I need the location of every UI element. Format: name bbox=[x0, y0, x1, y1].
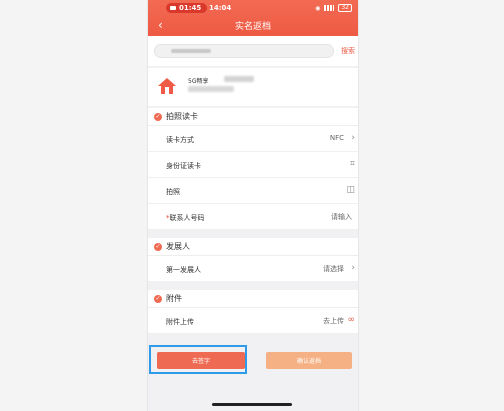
section-title: 拍照读卡 bbox=[166, 112, 198, 121]
nav-bar: ‹ 实名返档 bbox=[148, 16, 358, 36]
battery-icon: 32 bbox=[338, 4, 352, 12]
wifi-icon: ◉ bbox=[315, 4, 321, 12]
chevron-right-icon: › bbox=[351, 263, 355, 273]
row-label-text: 联系人号码 bbox=[169, 214, 205, 222]
search-button[interactable]: 搜索 bbox=[341, 46, 355, 56]
package-name: 5G畅享 bbox=[188, 78, 209, 85]
confirm-return-button[interactable]: 确认返档 bbox=[266, 352, 352, 369]
search-input[interactable] bbox=[154, 44, 334, 58]
phone-number-redacted bbox=[188, 86, 234, 92]
row-label: *联系人号码 bbox=[166, 213, 205, 223]
section-header: ✓ 发展人 bbox=[148, 238, 358, 256]
status-clock: 14:04 bbox=[209, 4, 232, 12]
section-card-reading: ✓ 拍照读卡 读卡方式 NFC › 身份证读卡 ⌗ 拍照 ◫ *联系人号码 请输… bbox=[148, 108, 358, 230]
row-label: 附件上传 bbox=[166, 318, 194, 326]
section-title: 附件 bbox=[166, 294, 182, 303]
home-indicator[interactable] bbox=[212, 403, 292, 406]
row-label: 身份证读卡 bbox=[166, 162, 201, 170]
screen-recording-badge: 01:45 bbox=[166, 3, 208, 13]
home-icon bbox=[158, 78, 176, 94]
contact-number-input[interactable]: 请输入 bbox=[331, 212, 352, 222]
status-icons: ◉ 32 bbox=[315, 4, 352, 12]
check-circle-icon: ✓ bbox=[154, 242, 162, 251]
row-id-card-read[interactable]: 身份证读卡 ⌗ bbox=[148, 152, 358, 178]
status-bar: 01:45 14:04 ◉ 32 bbox=[148, 0, 358, 14]
search-value-redacted bbox=[171, 49, 211, 53]
chevron-right-icon: › bbox=[351, 133, 355, 143]
row-attachment-upload[interactable]: 附件上传 去上传 ∞ bbox=[148, 308, 358, 334]
section-attachment: ✓ 附件 附件上传 去上传 ∞ bbox=[148, 290, 358, 334]
search-bar: 搜索 bbox=[148, 36, 358, 66]
package-name-redacted bbox=[224, 76, 254, 82]
page-title: 实名返档 bbox=[234, 22, 271, 32]
row-value: NFC bbox=[329, 134, 344, 142]
check-circle-icon: ✓ bbox=[154, 294, 162, 303]
camera-icon[interactable]: ◫ bbox=[346, 185, 355, 195]
check-circle-icon: ✓ bbox=[154, 112, 162, 121]
row-label: 拍照 bbox=[166, 188, 180, 196]
row-value: 去上传 bbox=[323, 317, 344, 325]
section-header: ✓ 附件 bbox=[148, 290, 358, 308]
section-developer: ✓ 发展人 第一发展人 请选择 › bbox=[148, 238, 358, 282]
highlight-box bbox=[149, 345, 247, 374]
link-icon: ∞ bbox=[347, 315, 356, 325]
scan-icon[interactable]: ⌗ bbox=[350, 159, 355, 169]
section-header: ✓ 拍照读卡 bbox=[148, 108, 358, 126]
row-photo[interactable]: 拍照 ◫ bbox=[148, 178, 358, 204]
row-label: 第一发展人 bbox=[166, 266, 201, 274]
record-icon bbox=[170, 6, 176, 10]
section-title: 发展人 bbox=[166, 242, 190, 251]
customer-card: 5G畅享 bbox=[148, 68, 358, 106]
row-label: 读卡方式 bbox=[166, 136, 194, 144]
row-contact-number[interactable]: *联系人号码 请输入 bbox=[148, 204, 358, 230]
row-first-developer[interactable]: 第一发展人 请选择 › bbox=[148, 256, 358, 282]
row-read-method[interactable]: 读卡方式 NFC › bbox=[148, 126, 358, 152]
recording-time: 01:45 bbox=[179, 4, 202, 12]
signal-icon bbox=[324, 5, 335, 11]
app-header: 01:45 14:04 ◉ 32 ‹ 实名返档 bbox=[148, 0, 358, 36]
row-value: 请选择 bbox=[323, 265, 344, 273]
